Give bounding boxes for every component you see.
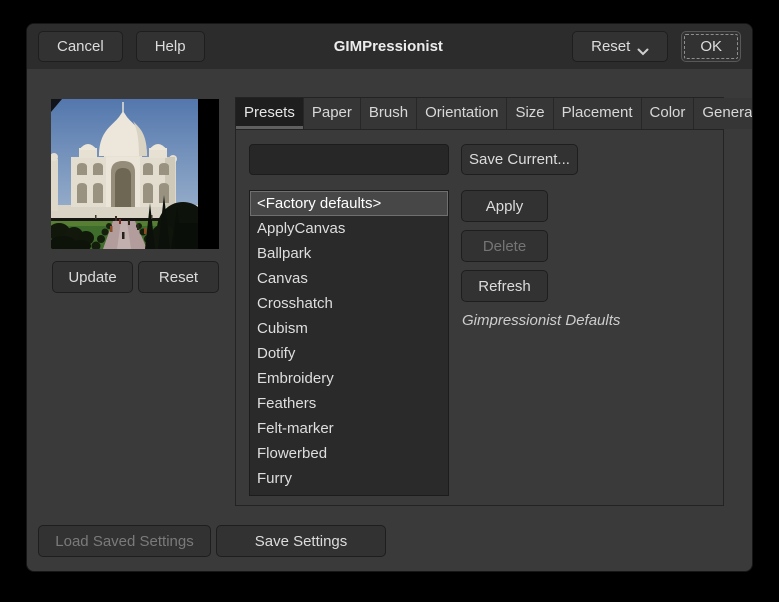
preview-image[interactable] [51,99,219,249]
preset-list[interactable]: <Factory defaults> ApplyCanvas Ballpark … [249,190,449,496]
apply-button[interactable]: Apply [461,190,548,222]
tab-general[interactable]: General [694,98,752,129]
chevron-down-icon [637,43,649,55]
gimpressionist-dialog: Cancel Help GIMPressionist Reset OK Upda… [26,23,753,572]
list-item-canvas[interactable]: Canvas [250,266,448,291]
list-item-flowerbed[interactable]: Flowerbed [250,441,448,466]
save-settings-button[interactable]: Save Settings [216,525,386,557]
help-button[interactable]: Help [135,31,205,62]
list-item-furry[interactable]: Furry [250,466,448,491]
taj-mahal-illustration [51,99,198,249]
list-item-crosshatch[interactable]: Crosshatch [250,291,448,316]
update-button[interactable]: Update [52,261,133,293]
preset-description: Gimpressionist Defaults [462,312,621,329]
tab-size[interactable]: Size [507,98,554,129]
tab-presets[interactable]: Presets [236,98,304,129]
dialog-title: GIMPressionist [333,38,443,55]
tab-brush[interactable]: Brush [360,98,418,129]
list-item-feathers[interactable]: Feathers [250,391,448,416]
list-item-cubism[interactable]: Cubism [250,316,448,341]
list-item-dotify[interactable]: Dotify [250,341,448,366]
preset-name-input[interactable] [249,144,449,175]
list-item-embroidery[interactable]: Embroidery [250,366,448,391]
tab-color[interactable]: Color [641,98,695,129]
refresh-button[interactable]: Refresh [461,270,548,302]
ok-button[interactable]: OK [681,31,741,62]
tab-orientation[interactable]: Orientation [417,98,508,129]
dialog-action-bar: Cancel Help GIMPressionist Reset OK [27,24,752,69]
presets-panel: Save Current... <Factory defaults> Apply… [236,130,723,507]
list-item-factory-defaults[interactable]: <Factory defaults> [250,191,448,216]
cancel-button[interactable]: Cancel [38,31,123,62]
tab-bar: Presets Paper Brush Orientation Size Pla… [236,98,752,130]
delete-button: Delete [461,230,548,262]
tab-placement[interactable]: Placement [553,98,642,129]
preview-reset-button[interactable]: Reset [138,261,219,293]
load-saved-settings-button: Load Saved Settings [38,525,211,557]
tab-paper[interactable]: Paper [303,98,361,129]
reset-dropdown-button[interactable]: Reset [572,31,669,62]
reset-dropdown-label: Reset [591,38,631,55]
list-item-felt-marker[interactable]: Felt-marker [250,416,448,441]
list-item-ballpark[interactable]: Ballpark [250,241,448,266]
save-current-button[interactable]: Save Current... [461,144,578,175]
desktop-background: { "window": { "title": "GIMPressionist" … [0,0,779,602]
list-item-applycanvas[interactable]: ApplyCanvas [250,216,448,241]
settings-notebook: Presets Paper Brush Orientation Size Pla… [235,97,752,507]
